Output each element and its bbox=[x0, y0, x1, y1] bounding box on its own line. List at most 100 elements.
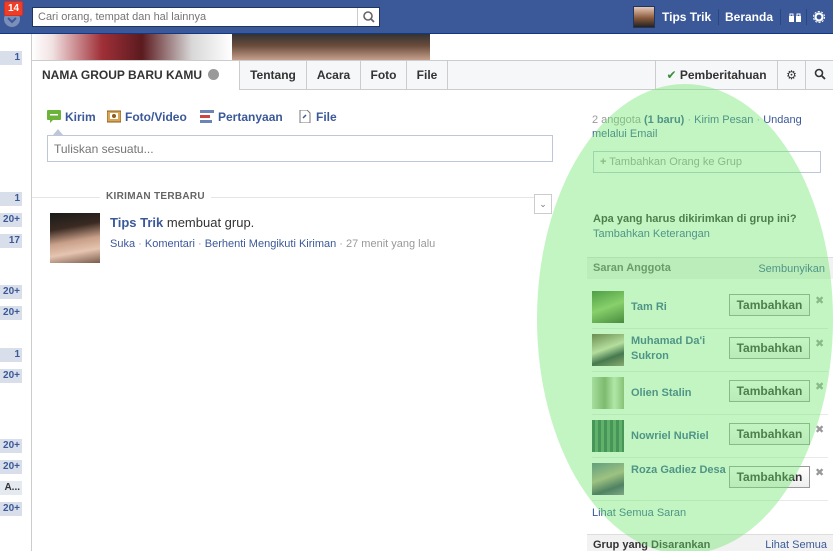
search-icon bbox=[814, 68, 826, 80]
member-photo[interactable] bbox=[592, 377, 624, 409]
members-count[interactable]: 2 anggota bbox=[592, 114, 641, 126]
sidebar-count-badge[interactable]: 17 bbox=[0, 234, 22, 248]
sidebar-count-badge[interactable]: 20+ bbox=[0, 369, 22, 383]
suggested-member: Tam Ri Tambahkan ✖ bbox=[592, 287, 828, 329]
sidebar-count-badge[interactable]: 1 bbox=[0, 192, 22, 206]
top-bar: 14 Tips Trik Beranda bbox=[0, 0, 833, 34]
notifications-label: Pemberitahuan bbox=[679, 68, 767, 82]
notifications-button[interactable]: ✔ Pemberitahuan bbox=[655, 61, 777, 90]
close-icon[interactable]: ✖ bbox=[815, 337, 824, 350]
member-photo[interactable] bbox=[592, 291, 624, 323]
group-search-button[interactable] bbox=[805, 61, 833, 90]
search-button[interactable] bbox=[357, 8, 379, 26]
group-cover-photo[interactable] bbox=[32, 34, 430, 60]
post-actions: Suka · Komentari · Berhenti Mengikuti Ki… bbox=[110, 238, 436, 250]
sidebar-count-badge[interactable]: 1 bbox=[0, 51, 22, 65]
globe-icon bbox=[208, 69, 219, 80]
post-author-avatar[interactable] bbox=[50, 213, 100, 263]
member-photo[interactable] bbox=[592, 463, 624, 495]
tab-events[interactable]: Acara bbox=[307, 61, 361, 90]
member-name[interactable]: Roza Gadiez Desa bbox=[631, 463, 726, 478]
invite-email-link[interactable]: melalui Email bbox=[592, 128, 657, 140]
composer-tab-label: File bbox=[316, 110, 337, 124]
post-timestamp[interactable]: 27 menit yang lalu bbox=[346, 238, 435, 250]
close-icon[interactable]: ✖ bbox=[815, 466, 824, 479]
sidebar-count-badge[interactable]: A... bbox=[0, 481, 22, 495]
sort-dropdown-button[interactable]: ⌄ bbox=[534, 194, 552, 214]
add-member-button[interactable]: Tambahkan bbox=[729, 380, 810, 402]
member-photo[interactable] bbox=[592, 334, 624, 366]
suggested-member: Roza Gadiez Desa Tambahkan ✖ bbox=[592, 459, 828, 501]
unfollow-link[interactable]: Berhenti Mengikuti Kiriman bbox=[205, 238, 336, 250]
composer-tab-label: Pertanyaan bbox=[218, 110, 283, 124]
sidebar-count-badge[interactable]: 20+ bbox=[0, 502, 22, 516]
suggested-member: Muhamad Da'i Sukron Tambahkan ✖ bbox=[592, 330, 828, 372]
invite-link[interactable]: Undang bbox=[763, 114, 802, 126]
composer-tab-question[interactable]: Pertanyaan bbox=[200, 110, 283, 124]
member-name[interactable]: Nowriel NuRiel bbox=[631, 429, 726, 444]
notification-count-badge[interactable]: 14 bbox=[4, 1, 24, 16]
add-people-input[interactable]: + Tambahkan Orang ke Grup bbox=[593, 151, 821, 173]
post-header: Tips Trik membuat grup. bbox=[110, 215, 254, 230]
group-settings-button[interactable]: ⚙ bbox=[777, 61, 805, 90]
post-author-link[interactable]: Tips Trik bbox=[110, 215, 163, 230]
suggested-members-title: Saran Anggota bbox=[593, 262, 671, 274]
top-separator bbox=[806, 9, 807, 25]
send-message-link[interactable]: Kirim Pesan bbox=[694, 114, 753, 126]
profile-link[interactable]: Tips Trik bbox=[662, 10, 711, 24]
user-avatar[interactable] bbox=[633, 6, 655, 28]
like-link[interactable]: Suka bbox=[110, 238, 135, 250]
add-description-link[interactable]: Tambahkan Keterangan bbox=[593, 228, 710, 240]
home-link[interactable]: Beranda bbox=[725, 10, 773, 24]
new-members-count[interactable]: (1 baru) bbox=[644, 114, 684, 126]
column-divider bbox=[31, 34, 32, 551]
add-member-button[interactable]: Tambahkan bbox=[729, 423, 810, 445]
members-summary: 2 anggota (1 baru) · Kirim Pesan · Undan… bbox=[592, 114, 802, 140]
post-icon bbox=[47, 110, 61, 123]
gear-icon[interactable] bbox=[813, 11, 825, 23]
sidebar-count-badge[interactable]: 20+ bbox=[0, 306, 22, 320]
add-people-placeholder: Tambahkan Orang ke Grup bbox=[609, 156, 742, 168]
photo-icon bbox=[107, 110, 121, 123]
tab-files[interactable]: File bbox=[407, 61, 448, 90]
member-name[interactable]: Olien Stalin bbox=[631, 386, 726, 401]
left-sidebar: 1 1 20+ 17 20+ 20+ 1 20+ 20+ 20+ A... 20… bbox=[0, 34, 22, 551]
member-name[interactable]: Muhamad Da'i Sukron bbox=[631, 334, 726, 364]
composer-tab-file[interactable]: File bbox=[298, 110, 337, 124]
search-icon bbox=[363, 11, 375, 23]
group-name: NAMA GROUP BARU KAMU bbox=[42, 68, 202, 82]
member-name[interactable]: Tam Ri bbox=[631, 300, 726, 315]
sidebar-count-badge[interactable]: 20+ bbox=[0, 460, 22, 474]
comment-link[interactable]: Komentari bbox=[145, 238, 195, 250]
sidebar-count-badge[interactable]: 1 bbox=[0, 348, 22, 362]
top-separator bbox=[718, 9, 719, 25]
add-member-button[interactable]: Tambahkan bbox=[729, 337, 810, 359]
sidebar-count-badge[interactable]: 20+ bbox=[0, 213, 22, 227]
sidebar-count-badge[interactable]: 20+ bbox=[0, 439, 22, 453]
add-member-button[interactable]: Tambahkan bbox=[729, 294, 810, 316]
add-member-button[interactable]: Tambahkan bbox=[729, 466, 810, 488]
close-icon[interactable]: ✖ bbox=[815, 380, 824, 393]
tab-photos[interactable]: Foto bbox=[361, 61, 407, 90]
close-icon[interactable]: ✖ bbox=[815, 294, 824, 307]
hide-suggestions-link[interactable]: Sembunyikan bbox=[758, 263, 825, 275]
search-input[interactable] bbox=[33, 8, 353, 26]
recent-posts-label: KIRIMAN TERBARU bbox=[100, 191, 211, 202]
cover-photo-right bbox=[232, 34, 430, 60]
composer-tab-photo[interactable]: Foto/Video bbox=[107, 110, 187, 124]
see-all-suggestions-link[interactable]: Lihat Semua Saran bbox=[592, 507, 686, 519]
member-photo[interactable] bbox=[592, 420, 624, 452]
group-title[interactable]: NAMA GROUP BARU KAMU bbox=[32, 61, 240, 90]
post-action-text: membuat grup. bbox=[166, 215, 255, 230]
close-icon[interactable]: ✖ bbox=[815, 423, 824, 436]
group-nav-bar: NAMA GROUP BARU KAMU Tentang Acara Foto … bbox=[32, 60, 833, 90]
search-box bbox=[32, 7, 380, 27]
cover-photo-left bbox=[32, 34, 232, 60]
see-all-groups-link[interactable]: Lihat Semua bbox=[765, 539, 827, 551]
sidebar-count-badge[interactable]: 20+ bbox=[0, 285, 22, 299]
composer-input[interactable] bbox=[47, 135, 553, 162]
privacy-shortcuts-icon[interactable] bbox=[788, 12, 802, 23]
tab-about[interactable]: Tentang bbox=[240, 61, 307, 90]
composer-tab-post[interactable]: Kirim bbox=[47, 110, 96, 124]
chevron-down-icon: ⌄ bbox=[539, 199, 547, 209]
